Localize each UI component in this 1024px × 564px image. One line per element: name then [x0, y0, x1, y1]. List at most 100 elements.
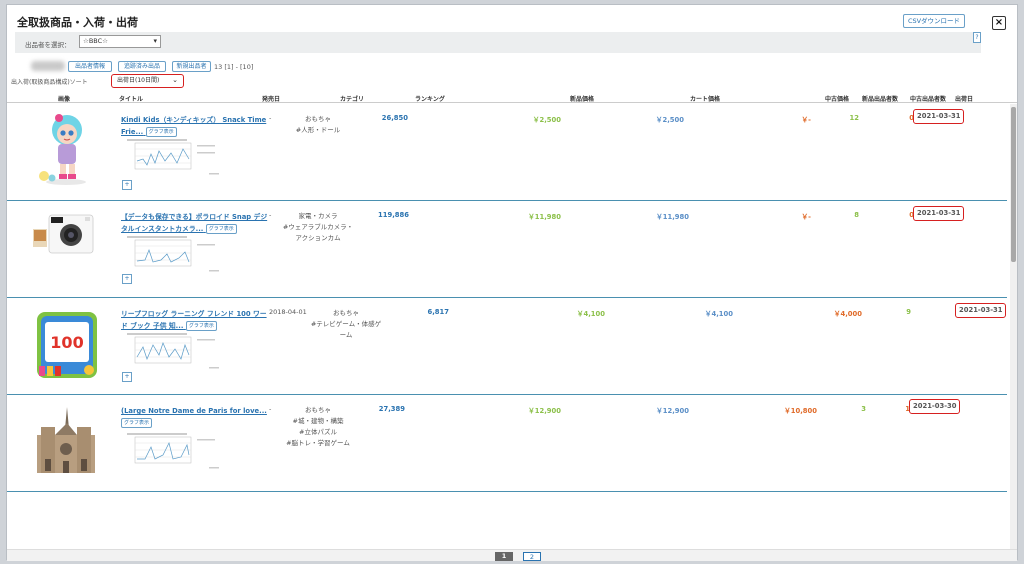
col-image: 画像	[58, 96, 71, 103]
table-row: 100 リープフロッグ ラーニング フレンド 100 ワー ド ブック 子供 知…	[7, 298, 1007, 395]
col-ranking: ランキング	[415, 96, 445, 103]
product-image-book[interactable]: 100	[31, 308, 101, 384]
graph-display-button[interactable]: グラフ表示	[145, 127, 177, 137]
ranking-value: 26,850	[381, 114, 408, 122]
product-title-line: タルインスタントカメラ...	[121, 225, 204, 233]
svg-text:100: 100	[50, 333, 83, 352]
blurred-seller-name	[31, 61, 65, 71]
product-title-link[interactable]: (Large Notre Dame de Paris for love... グ…	[121, 405, 269, 429]
category-text: 家電・カメラ #ウェアラブルカメラ・ アクションカム	[282, 212, 354, 242]
release-date: -	[269, 114, 272, 122]
graph-display-button[interactable]: グラフ表示	[185, 321, 217, 331]
new-seller-count: 9	[906, 308, 911, 316]
product-title-line: Frie...	[121, 128, 144, 136]
new-seller-count: 3	[861, 405, 866, 413]
table-header: 画像 タイトル 発売日 カテゴリ ランキング 新品価格 カート価格 中古価格 新…	[7, 91, 1017, 103]
tracked-listing-button[interactable]: 追跡済み出品	[118, 61, 166, 72]
ship-date: 2021-03-31	[913, 109, 965, 124]
used-price: ￥10,800	[783, 407, 817, 415]
col-release: 発売日	[262, 96, 281, 103]
col-ship-date: 出荷日	[955, 96, 974, 103]
category-text: おもちゃ #テレビゲーム・体感ゲ ーム	[310, 309, 382, 339]
col-used-price: 中古価格	[825, 96, 850, 103]
used-price: ￥-	[801, 116, 811, 124]
csv-download-button[interactable]: CSVダウンロード	[903, 14, 965, 28]
sort-label: 出入荷(取扱商品構成)ソート	[11, 79, 88, 86]
table-body: Kindi Kids（キンディキッズ） Snack Time Frie... グ…	[7, 104, 1007, 549]
col-category: カテゴリ	[340, 96, 365, 103]
page-1-button[interactable]: 1	[495, 552, 513, 561]
product-modal: 全取扱商品・入荷・出荷 CSVダウンロード × 出品者を選択： ☆BBC☆ ▾ …	[6, 4, 1018, 561]
category: おもちゃ #城・建物・構築 #立体パズル #脳トレ・学習ゲーム	[275, 405, 361, 449]
table-row: (Large Notre Dame de Paris for love... グ…	[7, 395, 1007, 492]
sort-select[interactable]: 出荷日(10日間) ⌄	[111, 74, 184, 88]
category: 家電・カメラ #ウェアラブルカメラ・ アクションカム	[275, 211, 361, 244]
col-used-sellers: 中古出品者数	[910, 96, 947, 103]
page-2-button[interactable]: 2	[523, 552, 541, 561]
category: おもちゃ #テレビゲーム・体感ゲ ーム	[303, 308, 389, 341]
col-new-sellers: 新品出品者数	[862, 96, 899, 103]
ranking-value: 119,886	[378, 211, 409, 219]
product-title-line: (Large Notre Dame de Paris for love...	[121, 407, 267, 415]
product-title-line: 【データも保存できる】ポラロイド Snap デジ	[121, 213, 268, 221]
graph-display-button[interactable]: グラフ表示	[121, 418, 153, 428]
new-seller-count: 12	[849, 114, 859, 122]
table-row: Kindi Kids（キンディキッズ） Snack Time Frie... グ…	[7, 104, 1007, 201]
category: おもちゃ #人形・ドール	[275, 114, 361, 136]
product-title-line: Kindi Kids（キンディキッズ） Snack Time	[121, 116, 267, 124]
cart-price: ￥11,980	[655, 213, 689, 221]
product-title-link[interactable]: Kindi Kids（キンディキッズ） Snack Time Frie... グ…	[121, 114, 269, 138]
product-title-line: ド ブック 子供 知...	[121, 322, 184, 330]
seller-selected-value: ☆BBC☆	[83, 37, 108, 45]
help-button[interactable]: ?	[973, 32, 981, 43]
page-title: 全取扱商品・入荷・出荷	[17, 16, 138, 29]
new-price: ￥12,900	[527, 407, 561, 415]
category-text: おもちゃ #城・建物・構築 #立体パズル #脳トレ・学習ゲーム	[286, 406, 350, 447]
chevron-down-icon: ▾	[153, 37, 157, 45]
product-title-link[interactable]: 【データも保存できる】ポラロイド Snap デジ タルインスタントカメラ... …	[121, 211, 269, 235]
sales-rank-chart	[127, 236, 219, 272]
product-image-puzzle[interactable]	[31, 405, 101, 481]
col-title: タイトル	[119, 96, 144, 103]
product-title-link[interactable]: リープフロッグ ラーニング フレンド 100 ワー ド ブック 子供 知... …	[121, 308, 269, 332]
new-price: ￥11,980	[527, 213, 561, 221]
scroll-thumb[interactable]	[1011, 107, 1016, 262]
cart-price: ￥12,900	[655, 407, 689, 415]
expand-button[interactable]: +	[122, 372, 132, 382]
new-price: ￥4,100	[576, 310, 605, 318]
product-title-line: リープフロッグ ラーニング フレンド 100 ワー	[121, 310, 267, 318]
ranking-value: 6,817	[427, 308, 450, 316]
vertical-scrollbar[interactable]	[1010, 104, 1017, 549]
pagination: 1 2	[7, 549, 1017, 561]
col-new-price: 新品価格	[570, 96, 595, 103]
sales-rank-chart	[127, 333, 219, 369]
seller-label: 出品者を選択：	[25, 41, 71, 49]
ship-date: 2021-03-31	[955, 303, 1007, 318]
expand-button[interactable]: +	[122, 274, 132, 284]
cart-price: ￥2,500	[655, 116, 684, 124]
close-icon[interactable]: ×	[992, 16, 1006, 30]
chevron-down-icon: ⌄	[172, 76, 178, 84]
sort-selected-value: 出荷日(10日間)	[117, 77, 160, 84]
ranking-value: 27,389	[378, 405, 405, 413]
release-date: 2018-04-01	[269, 308, 307, 316]
new-seller-button[interactable]: 新規出品者	[172, 61, 211, 72]
product-image-camera[interactable]	[31, 209, 101, 285]
product-image-doll[interactable]	[31, 110, 101, 186]
cart-price: ￥4,100	[704, 310, 733, 318]
release-date: -	[269, 211, 272, 219]
graph-display-button[interactable]: グラフ表示	[205, 224, 237, 234]
expand-button[interactable]: +	[122, 180, 132, 190]
seller-filter-bar: 出品者を選択： ☆BBC☆ ▾	[15, 32, 981, 53]
release-date: -	[269, 405, 272, 413]
sales-rank-chart	[127, 139, 219, 175]
new-seller-count: 8	[854, 211, 859, 219]
new-price: ￥2,500	[532, 116, 561, 124]
col-cart-price: カート価格	[690, 96, 721, 103]
ship-date: 2021-03-30	[909, 399, 961, 414]
page-count: 13 [1] - [10]	[214, 63, 254, 71]
seller-info-button[interactable]: 出品者情報	[68, 61, 112, 72]
sales-rank-chart	[127, 433, 219, 469]
ship-date: 2021-03-31	[913, 206, 965, 221]
seller-select[interactable]: ☆BBC☆ ▾	[79, 35, 161, 48]
